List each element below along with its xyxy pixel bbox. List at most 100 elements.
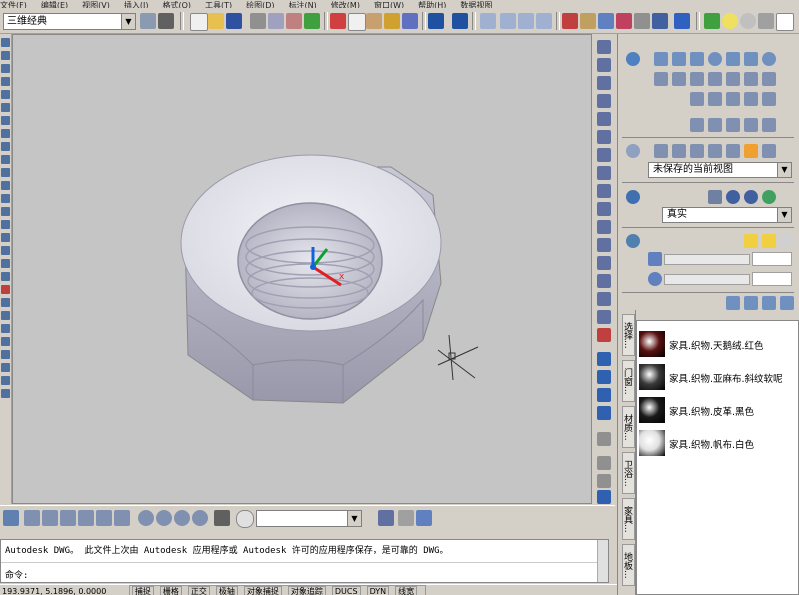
command-window[interactable]: Autodesk DWG。 此文件上次由 Autodesk 应用程序或 Auto… [0,539,609,583]
material-item[interactable]: 家具.织物.亚麻布.斜纹软呢 [639,362,794,392]
region-icon[interactable] [1,246,10,255]
point-icon[interactable] [1,207,10,216]
help-icon[interactable] [674,13,690,29]
lights-icon[interactable] [626,234,640,248]
status-toggle[interactable]: DUCS [331,586,361,595]
se-iso-icon[interactable] [156,510,172,526]
box-tool-icon[interactable] [597,474,611,488]
cylinder-solid-icon[interactable] [672,52,686,66]
material-item[interactable]: 家具.织物.帆布.白色 [639,428,794,458]
sun-light-icon[interactable] [762,234,776,248]
chamfer-tool-icon[interactable] [597,274,611,288]
render-preview-icon[interactable] [780,296,794,310]
wedge-solid-icon[interactable] [744,52,758,66]
pyramid-solid-icon[interactable] [726,52,740,66]
chevron-down-icon[interactable]: ▼ [121,14,135,29]
move-gizmo-icon[interactable] [690,118,704,132]
visual-style-manager-icon[interactable] [762,190,776,204]
offset-icon[interactable] [1,324,10,333]
ellipse-arc-icon[interactable] [1,168,10,177]
view-bottom-icon[interactable] [42,510,58,526]
publish-icon[interactable] [286,13,302,29]
sphere-tool-icon[interactable] [597,490,611,504]
camera-icon[interactable] [744,144,758,158]
sheet-set-icon[interactable] [616,13,632,29]
copy-object-icon[interactable] [1,298,10,307]
intersect-icon[interactable] [762,72,776,86]
print-preview-icon[interactable] [268,13,284,29]
arc-icon[interactable] [1,103,10,112]
polygon-icon[interactable] [1,77,10,86]
calculator-icon[interactable] [652,13,668,29]
rotate-icon[interactable] [1,363,10,372]
rotate-tool-icon[interactable] [597,148,611,162]
cut-icon[interactable] [330,13,346,29]
view-front-icon[interactable] [96,510,112,526]
save-icon[interactable] [226,13,242,29]
orbit-icon[interactable] [654,144,668,158]
subtract-icon[interactable] [744,72,758,86]
realistic-style-icon[interactable] [726,190,740,204]
polyline-icon[interactable] [1,64,10,73]
scale-icon[interactable] [1,376,10,385]
wireframe-style-icon[interactable] [708,190,722,204]
3d-navigate-icon[interactable] [626,144,640,158]
block-editor-icon[interactable] [402,13,418,29]
stretch-icon[interactable] [1,389,10,398]
material-map-icon[interactable] [744,296,758,310]
fillet-tool-icon[interactable] [597,292,611,306]
dim-tool-icon[interactable] [398,510,414,526]
array-icon[interactable] [1,337,10,346]
status-toggle[interactable]: 栅格 [159,586,182,595]
time-slider[interactable] [664,274,750,285]
stretch-tool-icon[interactable] [597,184,611,198]
material-item[interactable]: 家具.织物.天鹅绒.红色 [639,329,794,359]
zoom-window-icon[interactable] [518,13,534,29]
status-toggle[interactable]: 对象捕捉 [243,586,282,595]
palette-tab[interactable]: 卫浴... [622,452,635,494]
open-file-icon[interactable] [208,13,224,29]
chevron-down-icon[interactable]: ▼ [347,511,361,526]
3d-array-icon[interactable] [744,118,758,132]
visual-styles-icon[interactable] [626,190,640,204]
table-icon[interactable] [1,259,10,268]
lights-tool-icon[interactable] [597,370,611,384]
revision-cloud-icon[interactable] [1,129,10,138]
slice-icon[interactable] [690,92,704,106]
sphere-solid-icon[interactable] [708,52,722,66]
view-right-icon[interactable] [78,510,94,526]
palette-tab[interactable]: 材质... [622,406,635,448]
sw-iso-icon[interactable] [138,510,154,526]
status-toggle[interactable]: 极轴 [215,586,238,595]
3d-publish-icon[interactable] [304,13,320,29]
palette-tab[interactable]: 家具... [622,498,635,540]
erase-tool-icon[interactable] [597,40,611,54]
ucs-icon[interactable] [3,510,19,526]
chevron-down-icon[interactable]: ▼ [777,208,791,222]
extend-tool-icon[interactable] [597,220,611,234]
light-list-icon[interactable] [780,234,794,248]
circle-icon[interactable] [1,116,10,125]
3d-align-icon[interactable] [726,118,740,132]
move-icon[interactable] [1,350,10,359]
workspace-settings-icon[interactable] [140,13,156,29]
layer-properties-icon[interactable] [704,13,720,29]
thicken-icon[interactable] [708,92,722,106]
view-top-icon[interactable] [24,510,40,526]
camera-view-icon[interactable] [214,510,230,526]
perspective-icon[interactable] [762,144,776,158]
extrude-icon[interactable] [654,72,668,86]
material-attach-icon[interactable] [762,296,776,310]
3d-rotate-icon[interactable] [708,118,722,132]
markup-icon[interactable] [634,13,650,29]
3d-mirror-icon[interactable] [762,118,776,132]
visual-style-select[interactable]: 真实 ▼ [662,207,792,223]
walk-icon[interactable] [708,144,722,158]
view-back-icon[interactable] [114,510,130,526]
workspace-select[interactable]: 三维经典 ▼ [3,13,136,30]
copy-icon[interactable] [348,13,366,31]
pan-icon[interactable] [480,13,496,29]
chevron-down-icon[interactable]: ▼ [777,163,791,177]
zoom-previous-icon[interactable] [536,13,552,29]
view-select[interactable]: ▼ [256,510,362,527]
